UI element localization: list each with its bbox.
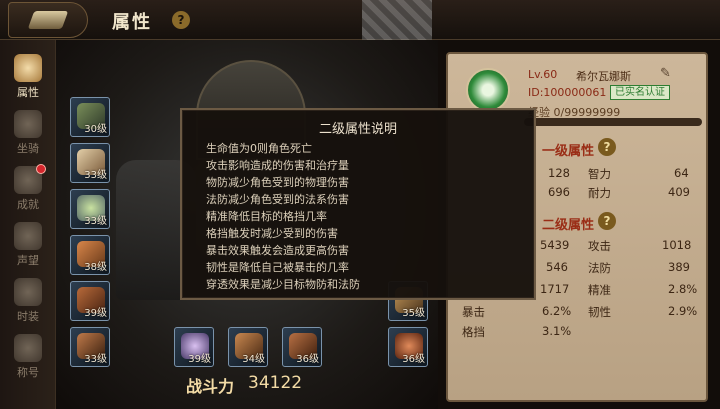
secondary-label: 法防 bbox=[588, 261, 611, 275]
combat-power-value: 34122 bbox=[248, 373, 303, 393]
secondary-value: 2.8% bbox=[668, 282, 698, 296]
notification-dot bbox=[36, 164, 46, 174]
dialog-line: 暴击效果触发会造成更高伤害 bbox=[206, 244, 349, 257]
verified-badge: 已实名认证 bbox=[610, 85, 670, 100]
mount-icon bbox=[14, 110, 42, 138]
primary-section-title: 一级属性 bbox=[542, 144, 595, 159]
secondary-label: 韧性 bbox=[588, 305, 611, 319]
help-icon[interactable]: ? bbox=[172, 11, 190, 29]
fashion-icon bbox=[14, 278, 42, 306]
sidebar-item-mount[interactable]: 坐骑 bbox=[0, 106, 56, 158]
secondary-value: 2.9% bbox=[668, 304, 698, 318]
dialog-line: 格挡触发时减少受到的伤害 bbox=[206, 227, 338, 240]
dialog-line: 生命值为0则角色死亡 bbox=[206, 142, 312, 155]
secondary-value: 3.1% bbox=[542, 324, 572, 338]
primary-label: 耐力 bbox=[588, 186, 611, 200]
sidebar-item-title[interactable]: 称号 bbox=[0, 330, 56, 382]
equip-slot-belt[interactable]: 38级 bbox=[70, 235, 110, 275]
equip-slot-shoulder[interactable]: 33级 bbox=[70, 189, 110, 229]
equip-slot-amulet[interactable]: 39级 bbox=[174, 327, 214, 367]
player-id: ID:100000061 bbox=[528, 86, 607, 99]
equip-slot-gloves[interactable]: 36级 bbox=[282, 327, 322, 367]
primary-value: 696 bbox=[548, 185, 570, 199]
sidebar-item-attribute[interactable]: 属性 bbox=[0, 50, 56, 102]
secondary-label: 暴击 bbox=[462, 305, 485, 319]
secondary-section-title: 二级属性 bbox=[542, 218, 595, 233]
dialog-line: 穿透效果是减少目标物防和法防 bbox=[206, 278, 360, 291]
secondary-help-icon[interactable]: ? bbox=[598, 212, 616, 230]
primary-label: 智力 bbox=[588, 167, 611, 181]
equip-slot-bracelet[interactable]: 36级 bbox=[388, 327, 428, 367]
secondary-attribute-dialog: 二级属性说明 生命值为0则角色死亡 攻击影响造成的伤害和治疗量 物防减少角色受到… bbox=[180, 108, 536, 300]
equip-slot-helmet[interactable]: 33级 bbox=[70, 143, 110, 183]
secondary-label: 攻击 bbox=[588, 239, 611, 253]
combat-power-label: 战斗力 bbox=[186, 377, 235, 396]
dialog-line: 法防减少角色受到的法系伤害 bbox=[206, 193, 349, 206]
player-level: Lv.60 bbox=[528, 68, 558, 81]
secondary-value: 1018 bbox=[662, 238, 692, 252]
primary-help-icon[interactable]: ? bbox=[598, 138, 616, 156]
secondary-value: 389 bbox=[668, 260, 690, 274]
dialog-line: 韧性是降低自己被暴击的几率 bbox=[206, 261, 349, 274]
primary-value: 409 bbox=[668, 185, 690, 199]
player-name: 希尔瓦娜斯 bbox=[576, 70, 631, 83]
page-title: 属性 bbox=[112, 12, 152, 33]
dialog-line: 精准降低目标的格挡几率 bbox=[206, 210, 327, 223]
edit-icon[interactable]: ✎ bbox=[660, 66, 676, 82]
dialog-line: 物防减少角色受到的物理伤害 bbox=[206, 176, 349, 189]
attribute-icon bbox=[14, 54, 42, 82]
sidebar-item-reputation[interactable]: 声望 bbox=[0, 218, 56, 270]
secondary-label: 精准 bbox=[588, 283, 611, 297]
primary-value: 64 bbox=[674, 166, 689, 180]
sidebar: 属性 坐骑 成就 声望 时装 称号 bbox=[0, 40, 56, 409]
equip-slot-chest[interactable]: 34级 bbox=[228, 327, 268, 367]
dialog-title: 二级属性说明 bbox=[318, 122, 397, 137]
dialog-line: 攻击影响造成的伤害和治疗量 bbox=[206, 159, 349, 172]
secondary-value: 6.2% bbox=[542, 304, 572, 318]
secondary-value: 546 bbox=[546, 260, 568, 274]
reputation-icon bbox=[14, 222, 42, 250]
title-icon bbox=[14, 334, 42, 362]
class-emblem-icon bbox=[466, 68, 510, 112]
equip-slot-weapon[interactable]: 30级 bbox=[70, 97, 110, 137]
exp-bar bbox=[524, 118, 702, 126]
secondary-value: 5439 bbox=[540, 238, 570, 252]
equip-slot-boots[interactable]: 33级 bbox=[70, 327, 110, 367]
secondary-label: 格挡 bbox=[462, 325, 485, 339]
sidebar-item-fashion[interactable]: 时装 bbox=[0, 274, 56, 326]
secondary-value: 1717 bbox=[540, 282, 570, 296]
top-bar: 属性 ? bbox=[0, 0, 720, 40]
equip-slot-legs[interactable]: 39级 bbox=[70, 281, 110, 321]
back-button[interactable] bbox=[8, 2, 88, 38]
back-arrow-icon bbox=[27, 11, 69, 29]
primary-value: 128 bbox=[548, 166, 570, 180]
sidebar-item-achievement[interactable]: 成就 bbox=[0, 162, 56, 214]
